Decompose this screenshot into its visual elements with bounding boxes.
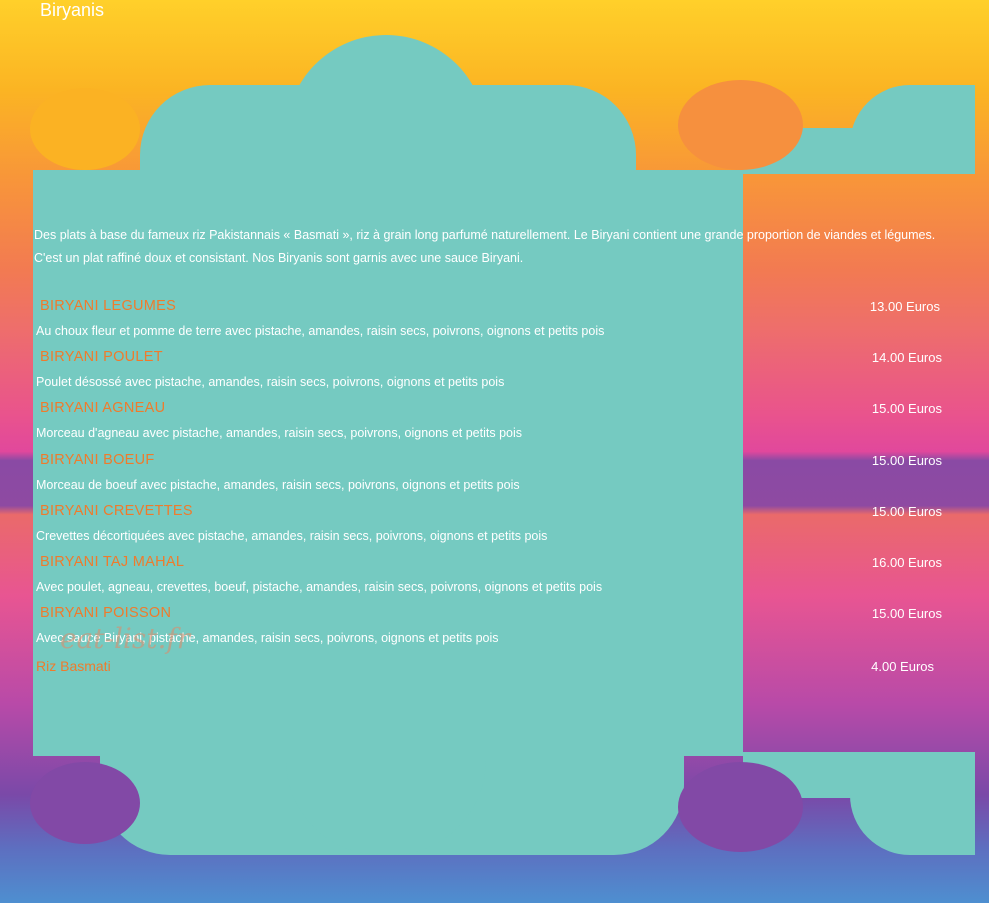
menu-item-name: BIRYANI BOEUF [40, 451, 155, 468]
menu-item-price: 16.00 Euros [871, 554, 942, 570]
menu-item: BIRYANI TAJ MAHAL 16.00 Euros Avec poule… [36, 552, 946, 603]
menu-item-name: BIRYANI CREVETTES [40, 502, 193, 519]
menu-item: BIRYANI AGNEAU 15.00 Euros Morceau d'agn… [36, 398, 946, 449]
menu-item-price: 14.00 Euros [871, 350, 942, 366]
menu-item-description: Poulet désossé avec pistache, amandes, r… [36, 375, 505, 390]
menu-item: BIRYANI CREVETTES 15.00 Euros Crevettes … [36, 501, 946, 552]
menu-item-description: Morceau de boeuf avec pistache, amandes,… [36, 477, 520, 492]
menu-list: BIRYANI LEGUMES 13.00 Euros Au choux fle… [36, 296, 946, 654]
menu-item-name: BIRYANI POULET [40, 349, 163, 366]
menu-item-name: BIRYANI TAJ MAHAL [40, 553, 185, 570]
menu-item-price: 15.00 Euros [871, 503, 942, 519]
watermark-logo: eat-list.fr [60, 622, 191, 655]
panel-curve-cutout [678, 80, 803, 170]
intro-text: Des plats à base du fameux riz Pakistann… [34, 228, 936, 265]
menu-item-price: 15.00 Euros [871, 401, 942, 417]
menu-item-extra: Riz Basmati 4.00 Euros [36, 656, 946, 678]
menu-item-description: Crevettes décortiquées avec pistache, am… [36, 528, 548, 543]
menu-item-name: BIRYANI POISSON [40, 605, 172, 622]
menu-item-name: Riz Basmati [36, 658, 111, 674]
panel-curve-cutout [678, 762, 803, 852]
menu-item-name: BIRYANI LEGUMES [40, 298, 177, 314]
panel-curve-cutout [30, 88, 140, 170]
panel-curve-cutout [30, 762, 140, 844]
menu-item-price: 15.00 Euros [871, 452, 942, 468]
menu-item: BIRYANI POULET 14.00 Euros Poulet désoss… [36, 347, 946, 398]
menu-panel-right-knob-bottom [850, 760, 975, 855]
menu-item-name: BIRYANI AGNEAU [40, 400, 166, 417]
menu-item-description: Morceau d'agneau avec pistache, amandes,… [36, 426, 522, 441]
menu-item: BIRYANI BOEUF 15.00 Euros Morceau de boe… [36, 450, 946, 501]
page-title: Biryanis [40, 0, 105, 20]
menu-item-price: 13.00 Euros [869, 299, 940, 314]
menu-item-price: 4.00 Euros [871, 659, 934, 674]
menu-item-price: 15.00 Euros [871, 606, 942, 622]
menu-item-description: Avec poulet, agneau, crevettes, boeuf, p… [36, 579, 603, 594]
menu-item-description: Au choux fleur et pomme de terre avec pi… [36, 324, 605, 338]
menu-item: BIRYANI LEGUMES 13.00 Euros Au choux fle… [36, 296, 946, 347]
